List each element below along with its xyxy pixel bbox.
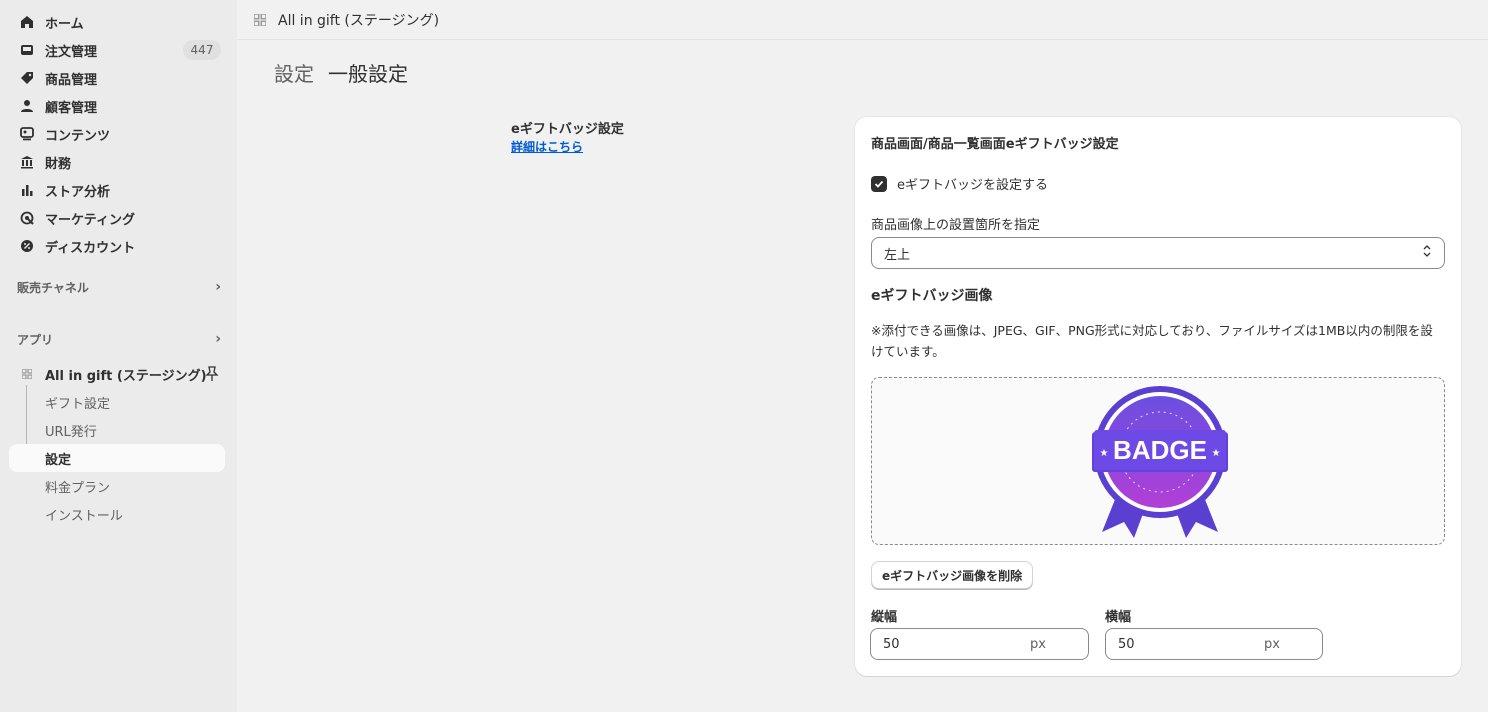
app-icon	[19, 366, 35, 382]
home-icon	[19, 14, 35, 30]
sub-label: URL発行	[45, 424, 97, 440]
enable-badge-label: eギフトバッジを設定する	[897, 178, 1048, 193]
badge-settings-card: 商品画面/商品一覧画面eギフトバッジ設定 eギフトバッジを設定する 商品画像上の…	[855, 117, 1461, 676]
height-unit: px	[1030, 636, 1046, 652]
app-topbar: All in gift (ステージング)	[237, 0, 1488, 40]
sub-label: インストール	[45, 508, 123, 524]
details-link[interactable]: 詳細はこちら	[511, 138, 583, 155]
nav-item-analytics[interactable]: ストア分析	[9, 176, 225, 204]
width-unit: px	[1264, 636, 1280, 652]
app-icon	[253, 12, 267, 27]
sub-label: 料金プラン	[45, 480, 111, 496]
target-icon	[19, 210, 35, 226]
position-label: 商品画像上の設置箇所を指定	[871, 218, 1041, 233]
breadcrumb: 設定 一般設定	[274, 58, 408, 87]
sales-channels-label: 販売チャネル	[17, 280, 89, 295]
enable-badge-row[interactable]: eギフトバッジを設定する	[871, 174, 1048, 193]
nav-item-finance[interactable]: 財務	[9, 148, 225, 176]
nav-item-products[interactable]: 商品管理	[9, 64, 225, 92]
sub-label: ギフト設定	[45, 396, 111, 412]
nav-label: コンテンツ	[45, 128, 111, 144]
nav-label: ストア分析	[45, 184, 111, 200]
badge-image: BADGE ★ ★	[1092, 386, 1228, 538]
nav-item-content[interactable]: コンテンツ	[9, 120, 225, 148]
nav-label: 商品管理	[45, 72, 98, 88]
discount-icon	[19, 238, 35, 254]
nav-item-orders[interactable]: 注文管理 447	[9, 36, 225, 64]
app-title: All in gift (ステージング)	[278, 12, 440, 29]
app-sub-pricing[interactable]: 料金プラン	[9, 472, 225, 500]
breadcrumb-parent[interactable]: 設定	[274, 58, 314, 87]
app-sub-gift-settings[interactable]: ギフト設定	[9, 388, 225, 416]
height-label: 縦幅	[871, 610, 898, 625]
nav-item-customers[interactable]: 顧客管理	[9, 92, 225, 120]
card-title: 商品画面/商品一覧画面eギフトバッジ設定	[871, 137, 1119, 152]
width-input[interactable]: 50 px	[1105, 628, 1323, 660]
height-input[interactable]: 50 px	[870, 628, 1089, 660]
sales-channels-header[interactable]: 販売チャネル ›	[17, 277, 225, 297]
app-sub-settings[interactable]: 設定	[9, 444, 225, 472]
chevron-right-icon: ›	[215, 279, 221, 295]
app-sub-install[interactable]: インストール	[9, 500, 225, 528]
bar-chart-icon	[19, 182, 35, 198]
nav-label: 注文管理	[45, 44, 98, 60]
app-name-label: All in gift (ステージング)	[45, 368, 207, 384]
checkmark-icon	[874, 180, 884, 188]
chevron-right-icon: ›	[215, 331, 221, 347]
position-select[interactable]: 左上	[871, 237, 1445, 269]
badge-text: BADGE	[1113, 435, 1207, 465]
nav-item-discounts[interactable]: ディスカウント	[9, 232, 225, 260]
person-icon	[19, 98, 35, 114]
nav-item-marketing[interactable]: マーケティング	[9, 204, 225, 232]
apps-header[interactable]: アプリ ›	[17, 329, 225, 349]
nav-label: 顧客管理	[45, 100, 98, 116]
pin-icon[interactable]	[205, 366, 219, 386]
nav-label: マーケティング	[45, 212, 135, 228]
nav-label: ホーム	[45, 16, 84, 32]
position-select-value: 左上	[884, 247, 911, 263]
tag-icon	[19, 70, 35, 86]
nav-item-home[interactable]: ホーム	[9, 8, 225, 36]
orders-count-badge: 447	[183, 40, 221, 60]
width-label: 横幅	[1105, 610, 1132, 625]
sub-label: 設定	[45, 452, 72, 468]
select-chevron-icon	[1422, 244, 1432, 262]
svg-text:★: ★	[1100, 448, 1109, 459]
app-item-all-in-gift[interactable]: All in gift (ステージング)	[9, 360, 225, 388]
file-note: ※添付できる画像は、JPEG、GIF、PNG形式に対応しており、ファイルサイズは…	[871, 323, 1433, 359]
section-title: eギフトバッジ設定	[511, 122, 624, 137]
page-title: 一般設定	[328, 62, 408, 86]
apps-label: アプリ	[17, 332, 54, 347]
nav-label: 財務	[45, 156, 72, 172]
inbox-icon	[19, 42, 35, 58]
content-icon	[19, 126, 35, 142]
height-value: 50	[883, 636, 900, 652]
delete-badge-image-button[interactable]: eギフトバッジ画像を削除	[871, 561, 1034, 589]
nav-label: ディスカウント	[45, 240, 136, 256]
sidebar: ホーム 注文管理 447 商品管理 顧客管理 コンテンツ 財務 ストア分析 マー…	[0, 0, 237, 712]
width-value: 50	[1118, 636, 1135, 652]
bank-icon	[19, 154, 35, 170]
badge-image-dropzone[interactable]: BADGE ★ ★	[871, 377, 1445, 545]
image-heading: eギフトバッジ画像	[871, 288, 993, 304]
enable-badge-checkbox[interactable]	[871, 175, 887, 192]
svg-text:★: ★	[1212, 448, 1221, 459]
app-sub-url[interactable]: URL発行	[9, 416, 225, 444]
